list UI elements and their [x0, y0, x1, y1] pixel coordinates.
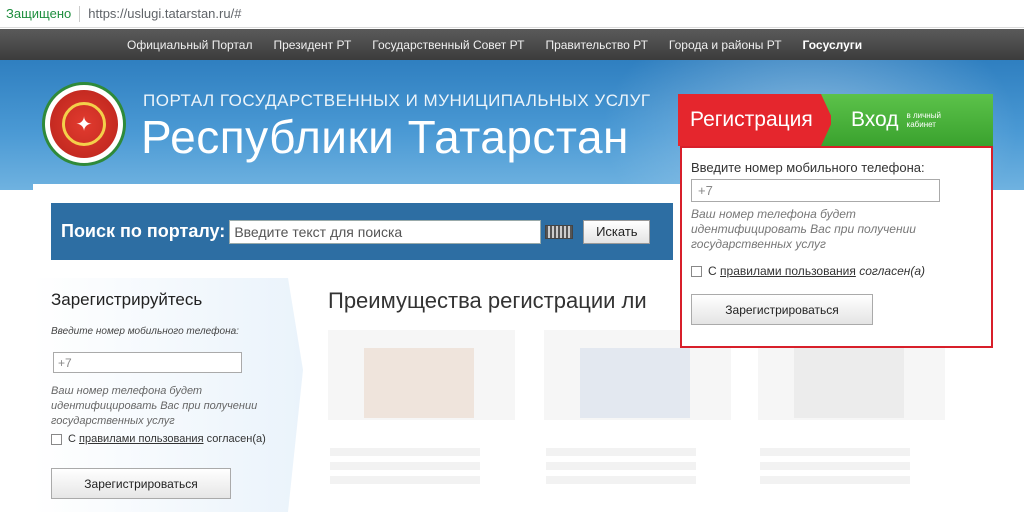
url-text[interactable]: https://uslugi.tatarstan.ru/# [88, 6, 241, 21]
secure-label: Защищено [6, 6, 72, 21]
search-input[interactable]: Введите текст для поиска [229, 219, 542, 244]
nav-item-government[interactable]: Правительство РТ [545, 38, 647, 52]
modal-agree-checkbox[interactable] [691, 265, 702, 277]
nav-item-president[interactable]: Президент РТ [273, 38, 351, 52]
search-button[interactable]: Искать [583, 219, 651, 244]
agree-row: С правилами пользования согласен(а) [51, 433, 266, 445]
modal-phone-label: Введите номер мобильного телефона: [691, 160, 925, 175]
register-button[interactable]: Зарегистрироваться [51, 468, 231, 499]
nav-item-official-portal[interactable]: Официальный Портал [127, 38, 252, 52]
modal-agree-row: С правилами пользования согласен(а) [691, 264, 925, 278]
tab-login-sub: в личный кабинет [906, 111, 941, 129]
rules-link[interactable]: правилами пользования [79, 433, 204, 445]
address-divider [79, 5, 81, 22]
card-image [580, 348, 690, 418]
modal-phone-hint: Ваш номер телефона будет идентифицироват… [691, 207, 916, 251]
tab-login[interactable]: Вход в личный кабинет [821, 94, 993, 146]
nav-item-state-council[interactable]: Государственный Совет РТ [372, 38, 524, 52]
phone-label: Введите номер мобильного телефона: [51, 326, 239, 337]
modal-rules-link[interactable]: правилами пользования [720, 264, 856, 278]
card-image [364, 348, 474, 418]
phone-hint: Ваш номер телефона будет идентифицироват… [51, 385, 258, 427]
leopard-icon: ✦ [62, 102, 106, 146]
hero-subtitle: ПОРТАЛ ГОСУДАРСТВЕННЫХ И МУНИЦИПАЛЬНЫХ У… [143, 91, 651, 110]
search-bar: Поиск по порталу: Введите текст для поис… [51, 203, 673, 260]
emblem-logo[interactable]: ✦ [42, 82, 126, 166]
tab-register[interactable]: Регистрация [678, 94, 831, 146]
register-sidebar: Зарегистрируйтесь Введите номер мобильно… [33, 278, 303, 512]
address-bar[interactable]: Защищено https://uslugi.tatarstan.ru/# [0, 0, 1024, 28]
search-label: Поиск по порталу: [61, 221, 226, 241]
advantage-card[interactable] [328, 330, 515, 456]
top-nav: Официальный Портал Президент РТ Государс… [0, 29, 1024, 60]
register-heading: Зарегистрируйтесь [51, 290, 203, 309]
hero-title: Республики Татарстан [141, 111, 629, 163]
nav-item-gosuslugi[interactable]: Госуслуги [803, 38, 863, 52]
modal-phone-input[interactable]: +7 [691, 179, 940, 202]
nav-item-cities[interactable]: Города и районы РТ [669, 38, 782, 52]
agree-checkbox[interactable] [51, 433, 62, 445]
keyboard-icon[interactable] [545, 224, 574, 239]
advantages-title: Преимущества регистрации ли [328, 288, 647, 313]
modal-register-button[interactable]: Зарегистрироваться [691, 294, 873, 325]
registration-form: Введите номер мобильного телефона: +7 Ва… [680, 146, 993, 348]
registration-popup: Вход в личный кабинет Регистрация Введит… [678, 94, 993, 348]
phone-input[interactable]: +7 [53, 352, 242, 373]
tab-login-label: Вход [851, 108, 899, 131]
card-image [794, 348, 904, 418]
